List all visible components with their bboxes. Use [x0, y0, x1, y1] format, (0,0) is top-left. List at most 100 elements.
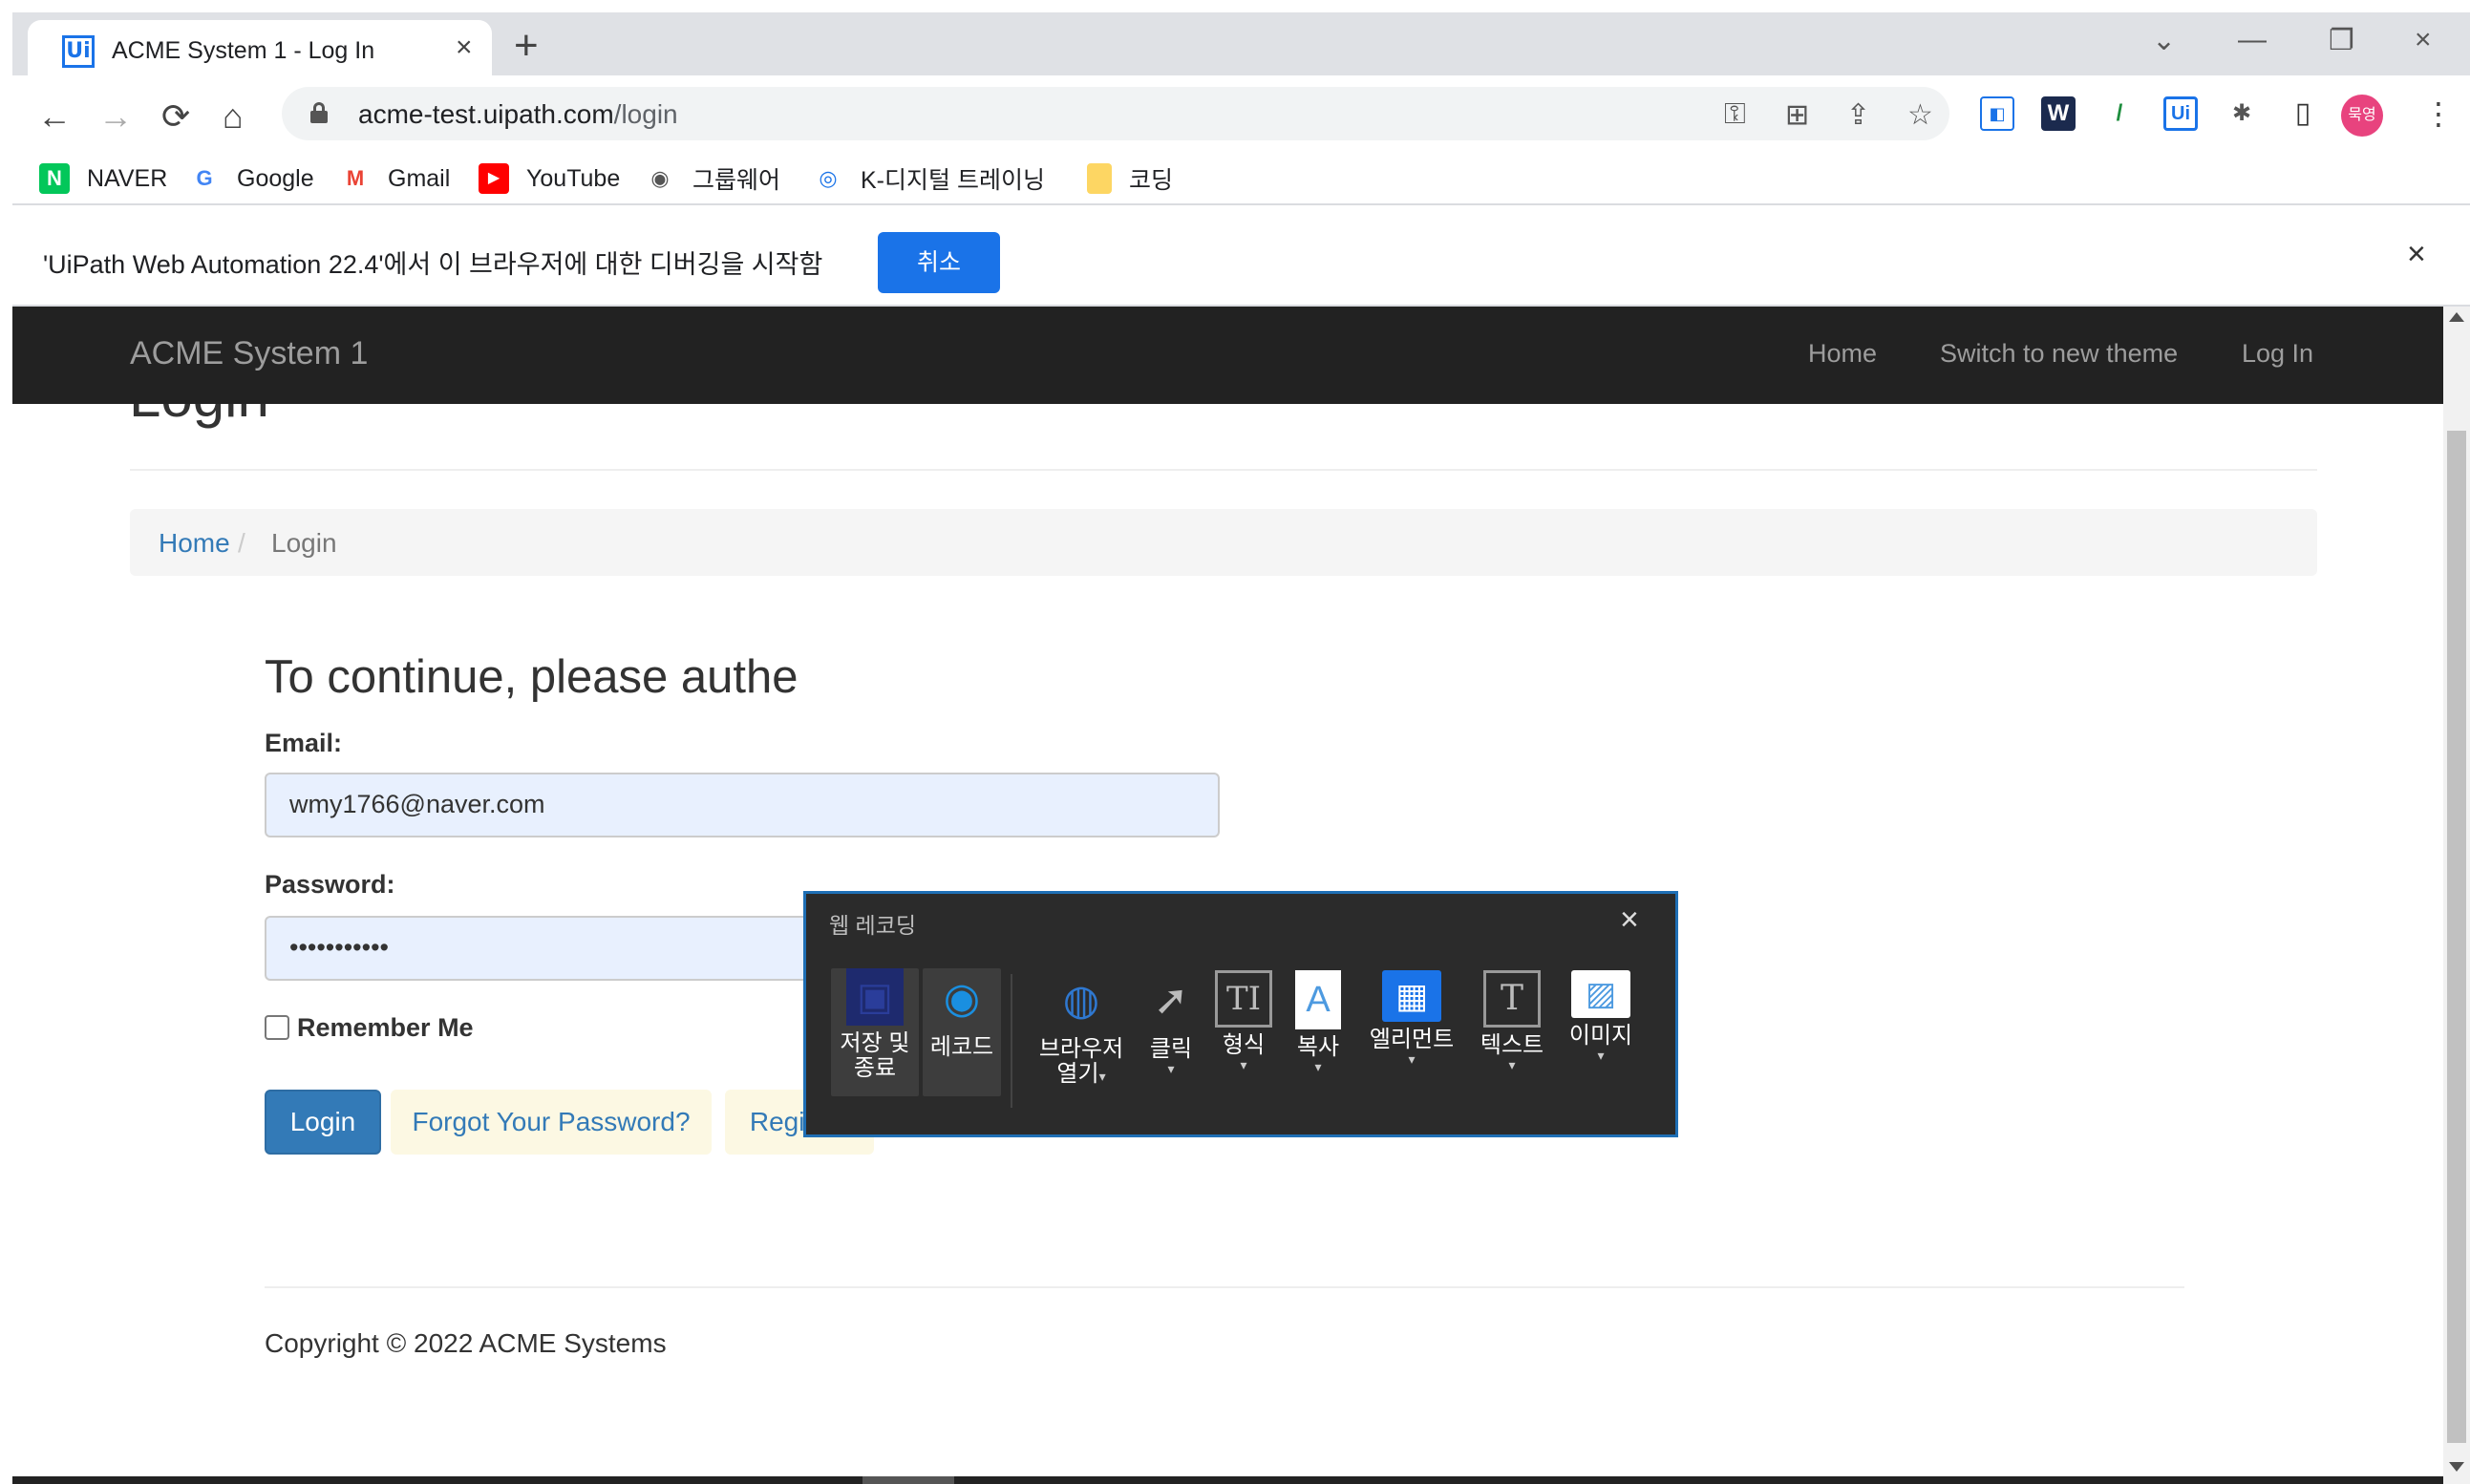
element-grid-icon: ▦ — [1382, 970, 1441, 1022]
uipath-favicon-icon: Ui — [62, 35, 95, 68]
click-button[interactable]: ➚ 클릭 ▾ — [1137, 970, 1205, 1075]
text-button[interactable]: T 텍스트 ▾ — [1469, 970, 1555, 1071]
site-navbar: ACME System 1 Home Switch to new theme L… — [12, 307, 2443, 404]
bookmark-label: Gmail — [388, 164, 451, 192]
recorder-title: 웹 레코딩 — [829, 913, 917, 938]
email-label: Email: — [265, 729, 343, 757]
share-icon[interactable]: ⇪ — [1846, 98, 1870, 132]
breadcrumb-home-link[interactable]: Home — [159, 528, 230, 559]
menu-icon[interactable]: ⋮ — [2421, 96, 2456, 131]
bookmark-groupware[interactable]: ◉ 그룹웨어 — [645, 161, 780, 196]
forgot-password-button[interactable]: Forgot Your Password? — [391, 1090, 712, 1155]
bookmarks-bar: N NAVER G Google M Gmail ▶ YouTube ◉ 그룹웨… — [12, 152, 2470, 205]
image-label: 이미지 — [1568, 1023, 1633, 1049]
url-path: /login — [613, 99, 678, 129]
dropdown-caret-icon: ▾ — [1408, 1051, 1416, 1067]
minimize-button[interactable]: — — [2238, 24, 2267, 56]
browser-tab[interactable]: Ui ACME System 1 - Log In × — [28, 20, 492, 75]
profile-avatar[interactable]: 묵영 — [2341, 95, 2383, 137]
lock-icon[interactable] — [310, 102, 328, 123]
home-button[interactable]: ⌂ — [223, 96, 244, 137]
window-close-button[interactable]: × — [2415, 24, 2432, 56]
bookmark-star-icon[interactable]: ☆ — [1907, 98, 1933, 132]
bookmark-label: K-디지털 트레이닝 — [861, 167, 1045, 194]
auth-prompt: To continue, please authe — [265, 651, 798, 703]
reload-button[interactable]: ⟳ — [161, 96, 190, 137]
type-into-button[interactable]: TI 형식 ▾ — [1209, 970, 1278, 1071]
dropdown-caret-icon: ▾ — [1098, 1069, 1106, 1084]
folder-icon — [1087, 163, 1112, 194]
save-and-exit-button[interactable]: ▣ 저장 및 종료 — [831, 968, 919, 1096]
dropdown-caret-icon: ▾ — [1167, 1061, 1175, 1076]
login-button[interactable]: Login — [265, 1090, 381, 1155]
bookmark-google[interactable]: G Google — [189, 161, 314, 196]
copy-button[interactable]: A 복사 ▾ — [1284, 970, 1352, 1073]
key-icon[interactable]: ⚿ — [1724, 98, 1746, 131]
cancel-debugging-button[interactable]: 취소 — [878, 232, 1000, 293]
breadcrumb-current: Login — [271, 528, 337, 558]
tab-search-chevron-icon[interactable]: ⌄ — [2152, 24, 2176, 57]
extension-w-icon[interactable]: W — [2041, 96, 2076, 131]
record-label: 레코드 — [929, 1034, 994, 1060]
bookmark-naver[interactable]: N NAVER — [39, 161, 167, 196]
extension-1-icon[interactable]: ◧ — [1980, 96, 2014, 131]
recorder-divider — [1011, 974, 1012, 1108]
restore-button[interactable]: ❐ — [2329, 24, 2354, 57]
site-brand[interactable]: ACME System 1 — [130, 335, 368, 372]
element-button[interactable]: ▦ 엘리먼트 ▾ — [1360, 970, 1463, 1066]
scroll-down-arrow-icon[interactable] — [2449, 1462, 2464, 1472]
forward-button[interactable]: → — [98, 96, 133, 137]
bookmark-label: Google — [237, 164, 314, 192]
image-button[interactable]: ▨ 이미지 ▾ — [1557, 970, 1645, 1062]
element-label: 엘리먼트 — [1369, 1027, 1455, 1052]
scroll-thumb[interactable] — [2447, 431, 2466, 1443]
bookmark-folder-coding[interactable]: 코딩 — [1087, 161, 1173, 196]
extension-pen-icon[interactable]: / — [2102, 96, 2137, 131]
url-host: acme-test.uipath.com — [358, 99, 614, 129]
browser-window: Ui ACME System 1 - Log In × + ⌄ — ❐ × ← … — [12, 12, 2470, 1484]
open-browser-label: 브라우저 — [1038, 1036, 1124, 1062]
copyright-text: Copyright © 2022 ACME Systems — [265, 1328, 667, 1358]
dropdown-caret-icon: ▾ — [1597, 1048, 1605, 1063]
debugging-infobar: 'UiPath Web Automation 22.4'에서 이 브라우저에 대… — [12, 207, 2470, 307]
translate-icon[interactable]: ⊞ — [1785, 98, 1809, 132]
nav-switch-theme-link[interactable]: Switch to new theme — [1940, 339, 2178, 369]
copy-text-icon: A — [1295, 970, 1341, 1029]
remember-me-checkbox[interactable] — [265, 1015, 289, 1040]
type-into-label: 형식 — [1222, 1032, 1266, 1058]
tab-title: ACME System 1 - Log In — [112, 37, 375, 64]
click-icon: ➚ — [1153, 977, 1189, 1024]
infobar-close-icon[interactable]: × — [2407, 236, 2426, 273]
bookmark-gmail[interactable]: M Gmail — [340, 161, 450, 196]
web-recorder-panel: 웹 레코딩 × ▣ 저장 및 종료 ◉ 레코드 ◍ 브라우저 열기▾ ➚ 클릭 … — [803, 891, 1678, 1137]
bookmark-k-digital[interactable]: ◎ K-디지털 트레이닝 — [813, 161, 1045, 196]
scroll-up-arrow-icon[interactable] — [2449, 312, 2464, 322]
back-button[interactable]: ← — [37, 96, 72, 137]
nav-login-link[interactable]: Log In — [2242, 339, 2313, 369]
k-digital-icon: ◎ — [819, 166, 838, 190]
record-button[interactable]: ◉ 레코드 — [923, 968, 1001, 1096]
footer-divider — [265, 1286, 2184, 1288]
address-bar[interactable]: acme-test.uipath.com/login ⚿ ⊞ ⇪ ☆ — [282, 87, 1949, 140]
open-browser-label-2: 열기 — [1056, 1061, 1099, 1087]
puzzle-icon[interactable]: ✱ — [2225, 96, 2259, 131]
recorder-close-icon[interactable]: × — [1620, 901, 1639, 939]
email-field[interactable]: wmy1766@naver.com — [265, 773, 1220, 837]
type-into-icon: TI — [1215, 970, 1272, 1028]
bookmark-label: 그룹웨어 — [692, 167, 781, 194]
bookmark-youtube[interactable]: ▶ YouTube — [479, 161, 620, 196]
remember-me-label[interactable]: Remember Me — [297, 1013, 474, 1043]
breadcrumb: Home / Login — [130, 509, 2317, 576]
tab-close-icon[interactable]: × — [456, 32, 473, 64]
dropdown-caret-icon: ▾ — [1508, 1057, 1516, 1072]
page-viewport: Login ACME System 1 Home Switch to new t… — [12, 307, 2443, 1484]
url-text[interactable]: acme-test.uipath.com/login — [358, 99, 678, 130]
open-browser-button[interactable]: ◍ 브라우저 열기▾ — [1028, 970, 1135, 1087]
side-panel-icon[interactable]: ▯ — [2286, 96, 2320, 131]
google-icon: G — [196, 166, 213, 190]
record-icon: ◉ — [943, 975, 981, 1022]
new-tab-button[interactable]: + — [514, 22, 539, 70]
nav-home-link[interactable]: Home — [1808, 339, 1877, 369]
uipath-extension-icon[interactable]: Ui — [2163, 96, 2198, 131]
page-scrollbar[interactable] — [2443, 307, 2470, 1484]
